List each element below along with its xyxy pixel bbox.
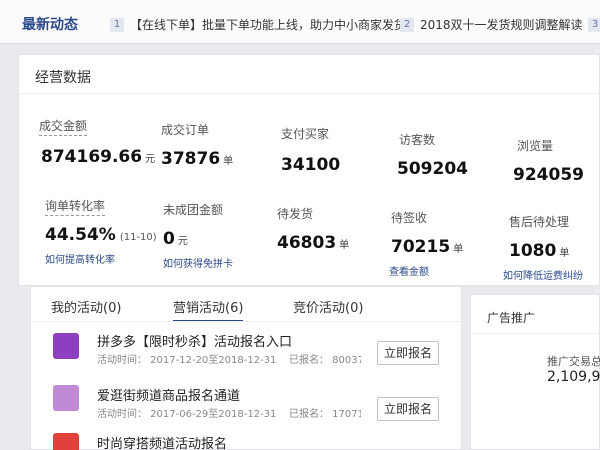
get-free-group-card-link[interactable]: 如何获得免拼卡 [163,255,233,270]
shopping-icon [53,385,79,411]
improve-conversion-link[interactable]: 如何提高转化率 [45,251,115,266]
metric-label-to-ship: 待发货 [277,207,314,221]
metric-label-after-sales: 售后待处理 [509,215,570,229]
metric-value-pageviews: 924059 [513,165,584,185]
metric-value-ungrouped-amount: 0元 [163,229,188,249]
activity-name[interactable]: 时尚穿搭频道活动报名 [97,433,227,450]
divider [471,333,599,334]
news-index-1: 1 [110,18,124,32]
news-bar: 最新动态 1 【在线下单】批量下单功能上线，助力中小商家发货 2 2018双十一… [0,0,600,44]
metric-value-visitors: 509204 [397,159,468,179]
reduce-freight-dispute-link[interactable]: 如何降低运费纠纷 [503,267,583,282]
sign-up-button[interactable]: 立即报名 [377,397,439,421]
activity-time: 活动时间： 2017-06-29至2018-12-31 [97,409,277,420]
divider [31,321,461,322]
metric-value-to-ship[interactable]: 46803 单 [277,233,349,253]
ads-title: 广告推广 [487,311,536,325]
tab-bidding-activities[interactable]: 竞价活动(0) [293,297,363,316]
metric-label-orders: 成交订单 [161,123,210,137]
metric-label-pageviews: 浏览量 [517,139,554,153]
sign-up-button[interactable]: 立即报名 [377,341,439,365]
activity-name[interactable]: 爱逛街频道商品报名通道 [97,385,240,404]
activity-signup-count: 已报名： 800375 [289,355,361,366]
metric-label-gmv[interactable]: 成交金额 [39,117,88,136]
news-index-2: 2 [400,18,414,32]
metric-value-after-sales[interactable]: 1080 单 [509,241,569,261]
promo-gmv-label: 推广交易总 [547,355,600,368]
metric-value-inquiry-conversion: 44.54% (11-10) [45,225,157,245]
business-stats-panel: 经营数据 成交金额 874169.66 元 成交订单 37876 单 支付买家 34… [18,54,600,286]
activities-panel: 我的活动(0) 营销活动(6) 竞价活动(0) 拼多多【限时秒杀】活动报名入口 … [30,286,462,450]
activity-signup-count: 已报名： 170713 [289,409,361,420]
flash-sale-icon [53,333,79,359]
metric-label-ungrouped-amount: 未成团金额 [163,203,224,217]
view-amount-link[interactable]: 查看金额 [389,263,429,278]
news-title: 最新动态 [22,17,78,33]
fashion-icon [53,433,79,450]
metric-value-to-sign[interactable]: 70215 单 [391,237,463,257]
metric-value-buyers: 34100 [281,155,341,175]
metric-value-orders: 37876 单 [161,149,234,169]
metric-label-visitors: 访客数 [399,133,436,147]
activity-time: 活动时间： 2017-12-20至2018-12-31 [97,355,277,366]
metric-value-gmv: 874169.66 元 [41,147,156,167]
divider [19,93,599,94]
news-item-link[interactable]: 【在线下单】批量下单功能上线，助力中小商家发货 [130,16,406,33]
news-index-3: 3 [588,18,600,32]
activity-name[interactable]: 拼多多【限时秒杀】活动报名入口 [97,331,292,350]
metric-label-to-sign: 待签收 [391,211,428,225]
promo-gmv-value: 2,109,95 [547,369,600,385]
stats-title: 经营数据 [35,70,91,86]
news-item-link[interactable]: 2018双十一发货规则调整解读 [420,16,583,33]
tab-my-activities[interactable]: 我的活动(0) [51,297,121,316]
ad-promotion-panel: 广告推广 推广交易总 2,109,95 [470,294,600,450]
metric-label-buyers: 支付买家 [281,127,330,141]
tab-marketing-activities[interactable]: 营销活动(6) [173,297,244,322]
metric-label-inquiry-conversion[interactable]: 询单转化率 [45,197,106,216]
